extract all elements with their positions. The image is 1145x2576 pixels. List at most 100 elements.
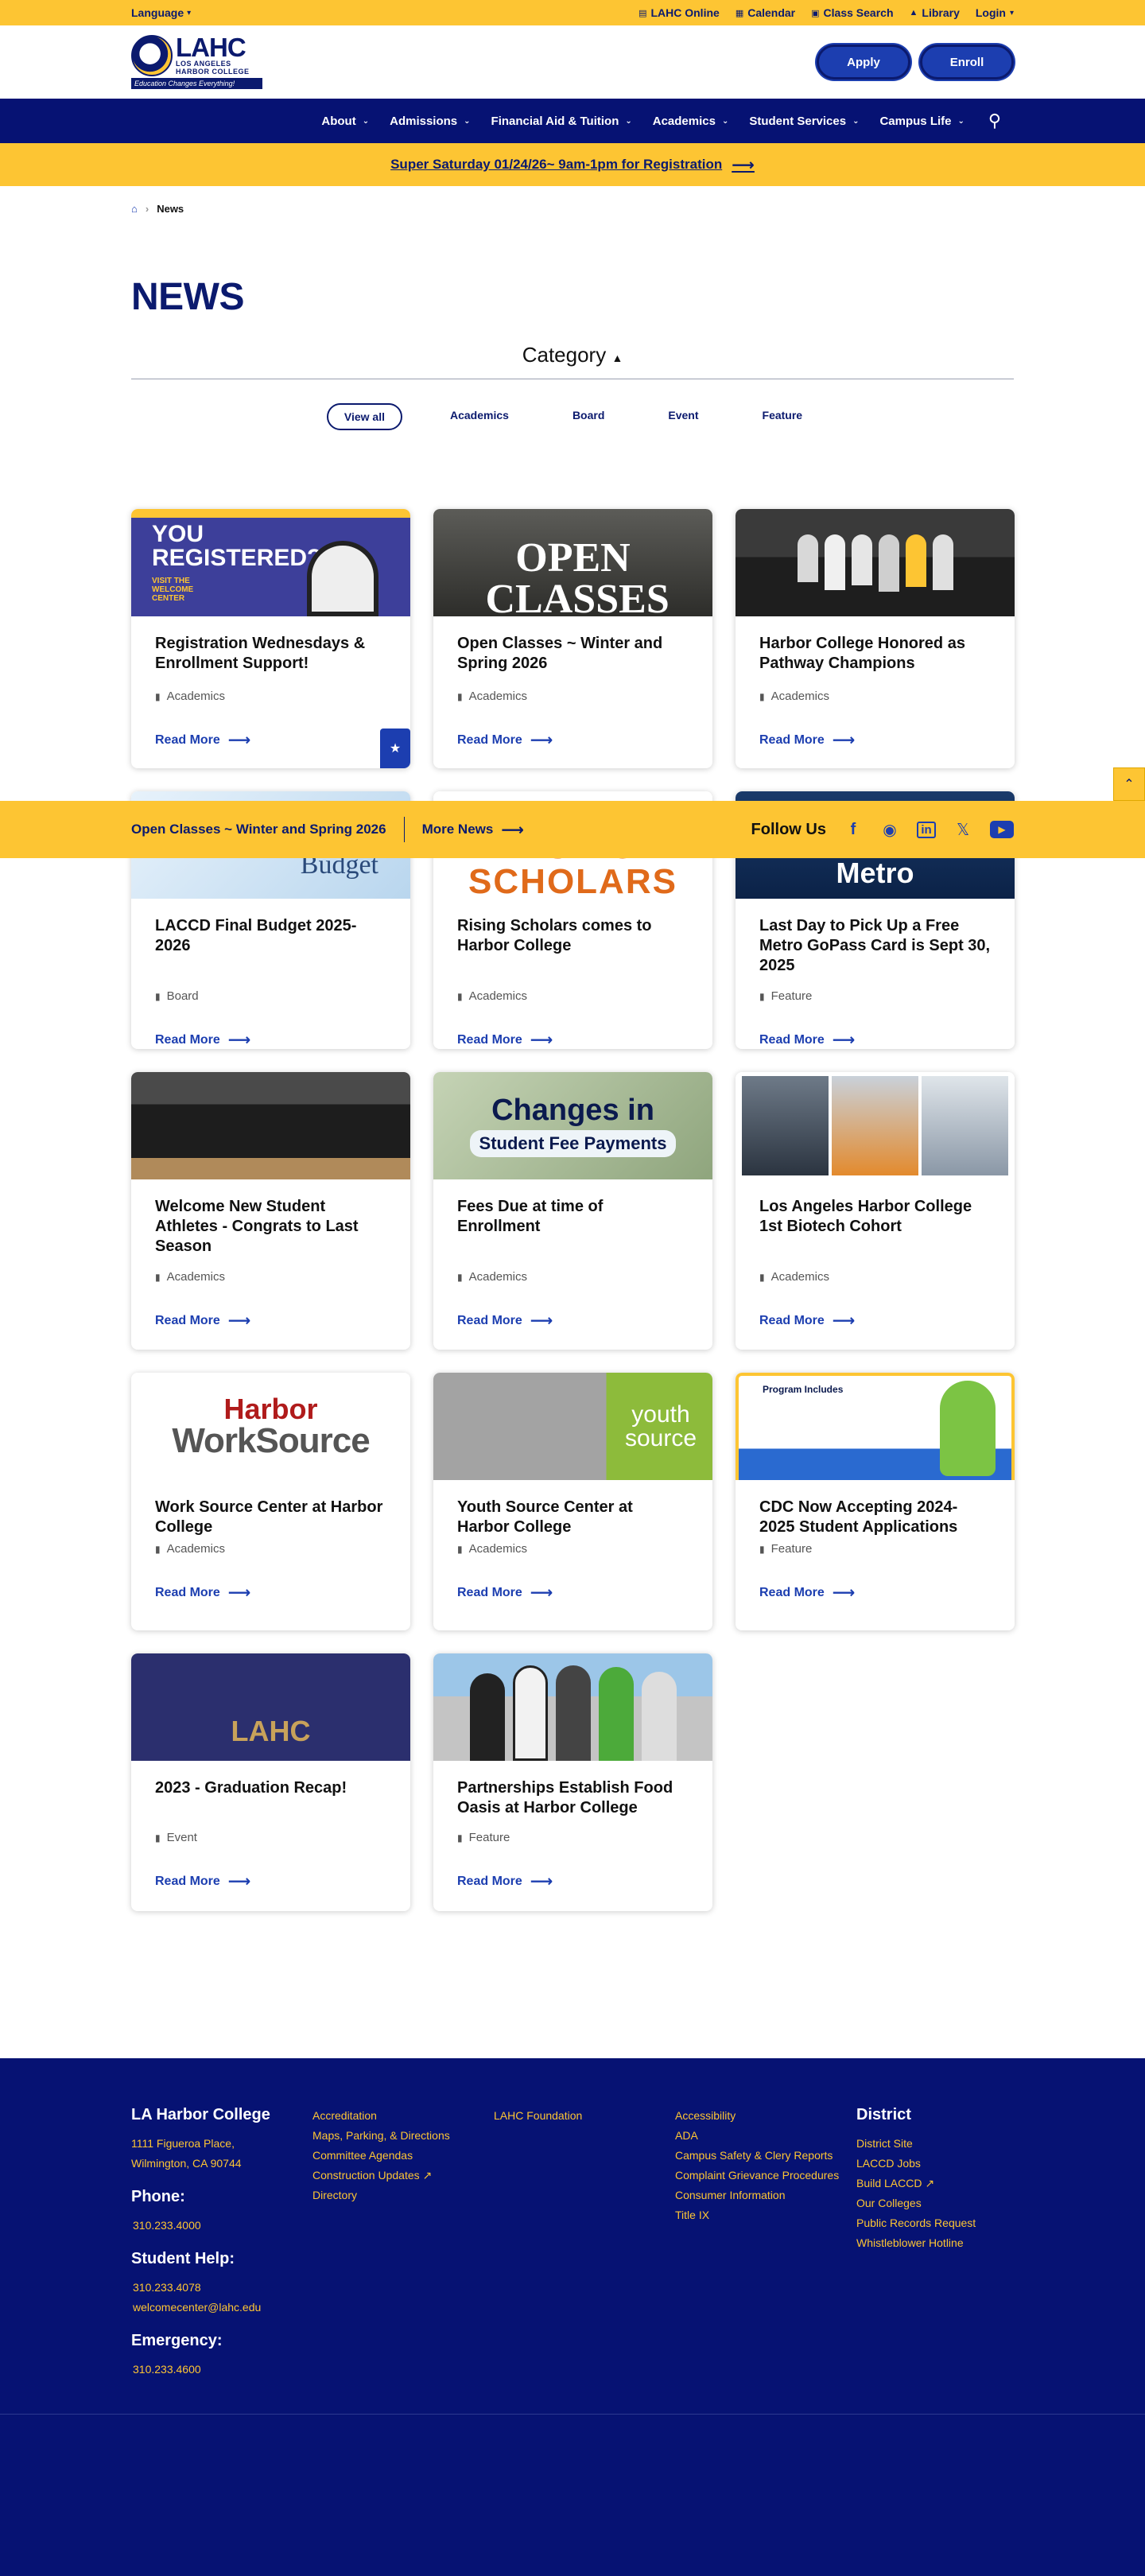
- read-more-link[interactable]: Read More ⟶: [155, 1871, 386, 1891]
- filter-feature[interactable]: Feature: [747, 403, 819, 430]
- more-news-link[interactable]: More News ⟶: [422, 820, 524, 840]
- facebook-icon[interactable]: f: [844, 821, 863, 839]
- news-card-title[interactable]: 2023 - Graduation Recap!: [155, 1778, 386, 1820]
- footer-help-phone-link[interactable]: 310.233.4078: [133, 2278, 312, 2298]
- enroll-button[interactable]: Enroll: [920, 45, 1014, 80]
- footer-link-laccd-jobs[interactable]: LACCD Jobs: [856, 2154, 1015, 2174]
- news-card-title[interactable]: Fees Due at time of Enrollment: [457, 1197, 689, 1259]
- news-card-title[interactable]: Open Classes ~ Winter and Spring 2026: [457, 634, 689, 678]
- news-card[interactable]: OPEN CLASSES Open Classes ~ Winter and S…: [433, 509, 712, 768]
- footer-link-district-site[interactable]: District Site: [856, 2134, 1015, 2154]
- read-more-link[interactable]: Read More ⟶: [759, 1030, 991, 1049]
- footer-link-consumer-info[interactable]: Consumer Information: [675, 2186, 856, 2205]
- news-card[interactable]: LAHC 2023 - Graduation Recap! ▮ Event Rea…: [131, 1653, 410, 1911]
- read-more-link[interactable]: Read More ⟶: [759, 1311, 991, 1331]
- read-more-link[interactable]: Read More ⟶: [155, 730, 386, 750]
- footer-link-maps[interactable]: Maps, Parking, & Directions: [312, 2126, 494, 2146]
- library-link[interactable]: ▲ Library: [910, 6, 960, 19]
- sticky-latest-news-link[interactable]: Open Classes ~ Winter and Spring 2026: [131, 822, 386, 837]
- read-more-link[interactable]: Read More ⟶: [457, 730, 689, 750]
- news-card-title[interactable]: Last Day to Pick Up a Free Metro GoPass …: [759, 916, 991, 978]
- news-card-title[interactable]: Registration Wednesdays & Enrollment Sup…: [155, 634, 386, 678]
- news-card-title[interactable]: Welcome New Student Athletes - Congrats …: [155, 1197, 386, 1259]
- footer-col-links3: Accessibility ADA Campus Safety & Clery …: [675, 2106, 856, 2380]
- x-twitter-icon[interactable]: 𝕏: [953, 820, 972, 840]
- calendar-link[interactable]: ▦ Calendar: [736, 6, 795, 19]
- read-more-link[interactable]: Read More ⟶: [759, 730, 991, 750]
- news-card-title[interactable]: Partnerships Establish Food Oasis at Har…: [457, 1778, 689, 1820]
- nav-financial-aid-label: Financial Aid & Tuition: [491, 114, 619, 128]
- tag-icon: ▮: [759, 1271, 765, 1283]
- youtube-icon[interactable]: ▶: [990, 821, 1014, 838]
- news-card[interactable]: YOU REGISTERED? VISIT THE WELCOME CENTER…: [131, 509, 410, 768]
- footer-link-foundation[interactable]: LAHC Foundation: [494, 2106, 675, 2126]
- language-selector[interactable]: Language ▾: [131, 6, 191, 19]
- news-card[interactable]: Los Angeles Harbor College 1st Biotech C…: [736, 1072, 1015, 1350]
- read-more-link[interactable]: Read More ⟶: [457, 1030, 689, 1049]
- footer-link-committee-agendas[interactable]: Committee Agendas: [312, 2146, 494, 2166]
- filter-event[interactable]: Event: [652, 403, 714, 430]
- nav-admissions[interactable]: Admissions ⌄: [390, 115, 470, 128]
- read-more-link[interactable]: Read More ⟶: [457, 1583, 689, 1603]
- nav-campus-life[interactable]: Campus Life ⌄: [879, 115, 964, 128]
- nav-about[interactable]: About ⌄: [321, 115, 369, 128]
- news-card[interactable]: Harbor College Honored as Pathway Champi…: [736, 509, 1015, 768]
- footer-link-directory[interactable]: Directory: [312, 2186, 494, 2205]
- lahc-online-link[interactable]: ▤ LAHC Online: [638, 6, 720, 19]
- announcement-link[interactable]: Super Saturday 01/24/26~ 9am-1pm for Reg…: [390, 155, 755, 175]
- footer-link-complaint[interactable]: Complaint Grievance Procedures: [675, 2166, 856, 2186]
- read-more-link[interactable]: Read More ⟶: [759, 1583, 991, 1603]
- filter-academics[interactable]: Academics: [434, 403, 525, 430]
- chevron-down-icon: ⌄: [957, 116, 965, 126]
- chevron-down-icon: ⌄: [464, 116, 471, 126]
- news-card-title[interactable]: Harbor College Honored as Pathway Champi…: [759, 634, 991, 678]
- news-card[interactable]: Program Includes CDC Now Accepting 2024-…: [736, 1373, 1015, 1630]
- nav-academics[interactable]: Academics ⌄: [653, 115, 729, 128]
- footer-link-construction-updates[interactable]: Construction Updates ↗: [312, 2166, 494, 2186]
- footer-link-title-ix[interactable]: Title IX: [675, 2205, 856, 2225]
- news-card[interactable]: youth source Youth Source Center at Harb…: [433, 1373, 712, 1630]
- filter-board[interactable]: Board: [557, 403, 620, 430]
- read-more-link[interactable]: Read More ⟶: [155, 1583, 386, 1603]
- instagram-icon[interactable]: ◉: [880, 820, 899, 840]
- footer-link-accessibility[interactable]: Accessibility: [675, 2106, 856, 2126]
- news-card-title[interactable]: Work Source Center at Harbor College: [155, 1498, 386, 1539]
- footer-emergency-phone-link[interactable]: 310.233.4600: [133, 2363, 201, 2376]
- read-more-link[interactable]: Read More ⟶: [155, 1311, 386, 1331]
- footer-link-accreditation[interactable]: Accreditation: [312, 2106, 494, 2126]
- footer-link-ada[interactable]: ADA: [675, 2126, 856, 2146]
- linkedin-icon[interactable]: in: [917, 821, 936, 838]
- scroll-to-top-icon[interactable]: ⌃: [1113, 767, 1145, 801]
- news-card[interactable]: Changes in Student Fee Payments Fees Due…: [433, 1072, 712, 1350]
- login-menu[interactable]: Login ▾: [976, 6, 1014, 19]
- news-card-title[interactable]: LACCD Final Budget 2025-2026: [155, 916, 386, 961]
- category-toggle[interactable]: Category ▲: [131, 343, 1014, 379]
- footer-link-whistleblower[interactable]: Whistleblower Hotline: [856, 2233, 1015, 2253]
- nav-financial-aid[interactable]: Financial Aid & Tuition ⌄: [491, 115, 632, 128]
- news-card-title[interactable]: Los Angeles Harbor College 1st Biotech C…: [759, 1197, 991, 1259]
- news-card[interactable]: Harbor WorkSource Work Source Center at …: [131, 1373, 410, 1630]
- footer-phone-link[interactable]: 310.233.4000: [133, 2219, 201, 2232]
- news-card[interactable]: Welcome New Student Athletes - Congrats …: [131, 1072, 410, 1350]
- footer-help-email-link[interactable]: welcomecenter@lahc.edu: [133, 2298, 312, 2318]
- apply-button[interactable]: Apply: [817, 45, 910, 80]
- read-more-link[interactable]: Read More ⟶: [457, 1871, 689, 1891]
- news-card-title[interactable]: Rising Scholars comes to Harbor College: [457, 916, 689, 961]
- news-card-title[interactable]: CDC Now Accepting 2024-2025 Student Appl…: [759, 1498, 991, 1539]
- image-subcaption: VISIT THE WELCOME CENTER: [152, 577, 194, 603]
- footer-link-build-laccd[interactable]: Build LACCD ↗: [856, 2174, 1015, 2193]
- footer-link-public-records[interactable]: Public Records Request: [856, 2213, 1015, 2233]
- news-card[interactable]: Partnerships Establish Food Oasis at Har…: [433, 1653, 712, 1911]
- news-card-title[interactable]: Youth Source Center at Harbor College: [457, 1498, 689, 1539]
- filter-view-all[interactable]: View all: [326, 403, 402, 430]
- nav-student-services[interactable]: Student Services ⌄: [749, 115, 859, 128]
- footer-link-campus-safety[interactable]: Campus Safety & Clery Reports: [675, 2146, 856, 2166]
- read-more-link[interactable]: Read More ⟶: [155, 1030, 386, 1049]
- class-search-link[interactable]: ▣ Class Search: [811, 6, 893, 19]
- search-icon[interactable]: ⚲: [988, 111, 1001, 131]
- home-icon[interactable]: ⌂: [131, 203, 138, 215]
- tag-icon: ▮: [759, 1543, 765, 1555]
- footer-link-our-colleges[interactable]: Our Colleges: [856, 2193, 1015, 2213]
- read-more-link[interactable]: Read More ⟶: [457, 1311, 689, 1331]
- lahc-logo[interactable]: LAHC LOS ANGELES HARBOR COLLEGE Educatio…: [131, 34, 262, 89]
